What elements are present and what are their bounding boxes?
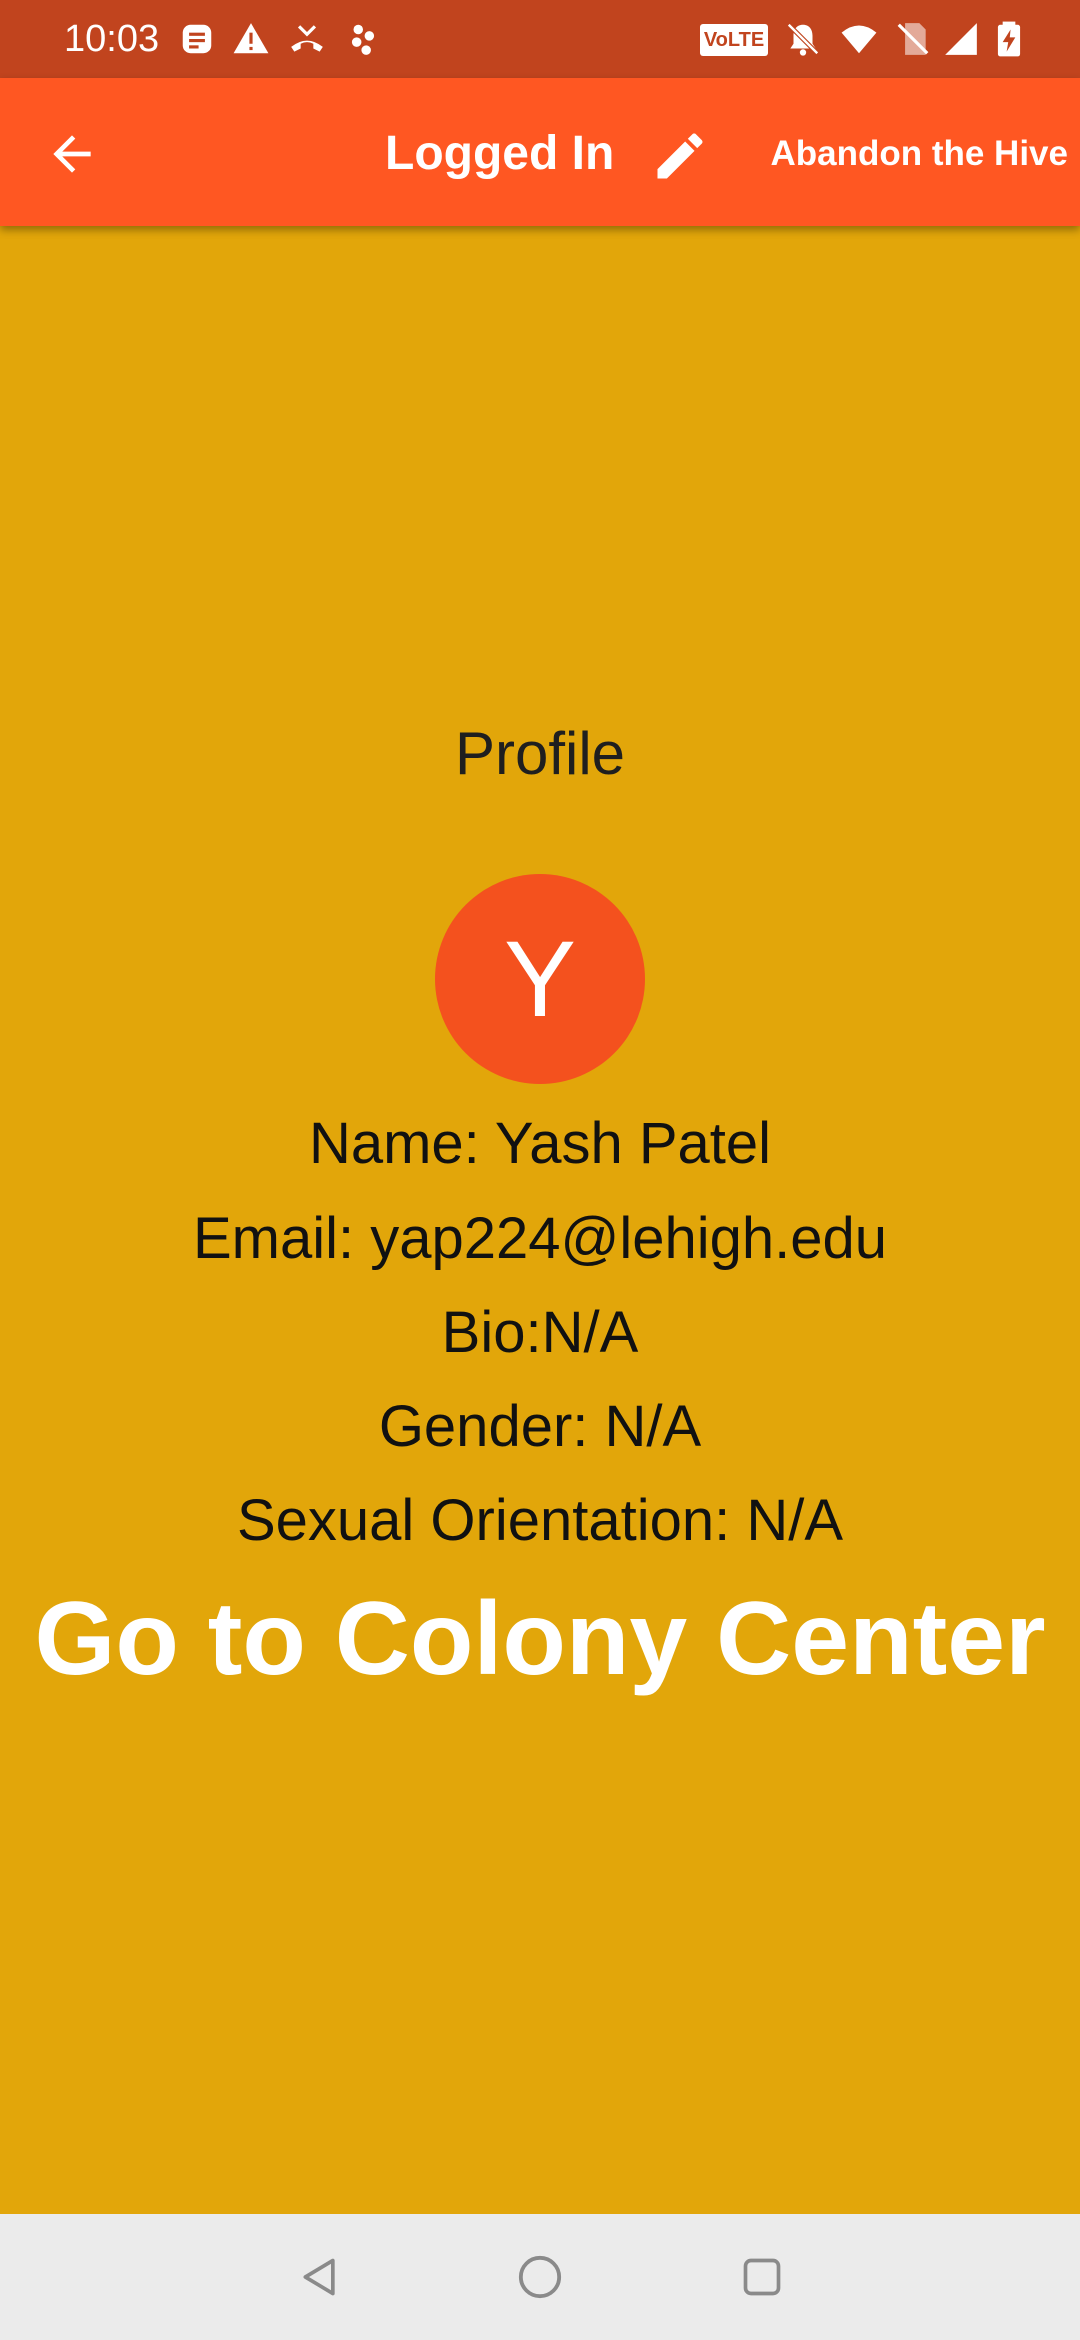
profile-orientation: Sexual Orientation: N/A [236, 1488, 844, 1553]
profile-gender: Gender: N/A [378, 1394, 702, 1459]
app-title: Logged In [385, 127, 615, 180]
avatar: Y [435, 874, 645, 1084]
volte-icon: VoLTE [700, 24, 768, 56]
back-button[interactable] [30, 112, 114, 196]
profile-bio: Bio:N/A [441, 1300, 639, 1365]
avatar-letter: Y [503, 918, 577, 1039]
nav-back-button[interactable] [290, 2247, 350, 2307]
missed-call-icon [291, 25, 323, 52]
wifi-icon [841, 25, 877, 54]
notification-app-icon [182, 24, 212, 54]
nav-recents-button[interactable] [732, 2247, 792, 2307]
notifications-off-icon [787, 23, 819, 56]
abandon-hive-button[interactable]: Abandon the Hive [756, 126, 1068, 182]
profile-name: Name: Yash Patel [308, 1111, 772, 1176]
status-bar: 10:03 VoLTE [0, 0, 1080, 78]
system-nav-bar [0, 2214, 1080, 2340]
profile-email: Email: yap224@lehigh.edu [192, 1206, 888, 1271]
profile-heading: Profile [454, 720, 626, 787]
nav-back-icon [303, 2258, 335, 2296]
edit-button[interactable] [640, 116, 720, 196]
signal-icon [945, 23, 977, 55]
app-notification-icon [351, 24, 375, 55]
status-time: 10:03 [64, 18, 160, 60]
battery-charging-icon [997, 21, 1021, 57]
nav-home-icon [518, 2255, 562, 2299]
pencil-icon [657, 133, 703, 179]
profile-content: Profile Y Name: Yash Patel Email: yap224… [0, 226, 1080, 2214]
arrow-back-icon [53, 135, 91, 173]
warning-icon [233, 23, 269, 54]
nav-home-button[interactable] [510, 2247, 570, 2307]
nav-recents-icon [743, 2258, 781, 2296]
no-sim-icon [897, 23, 929, 55]
app-bar: Logged In Abandon the Hive [0, 78, 1080, 226]
colony-center-button[interactable]: Go to Colony Center [0, 1574, 1080, 1704]
